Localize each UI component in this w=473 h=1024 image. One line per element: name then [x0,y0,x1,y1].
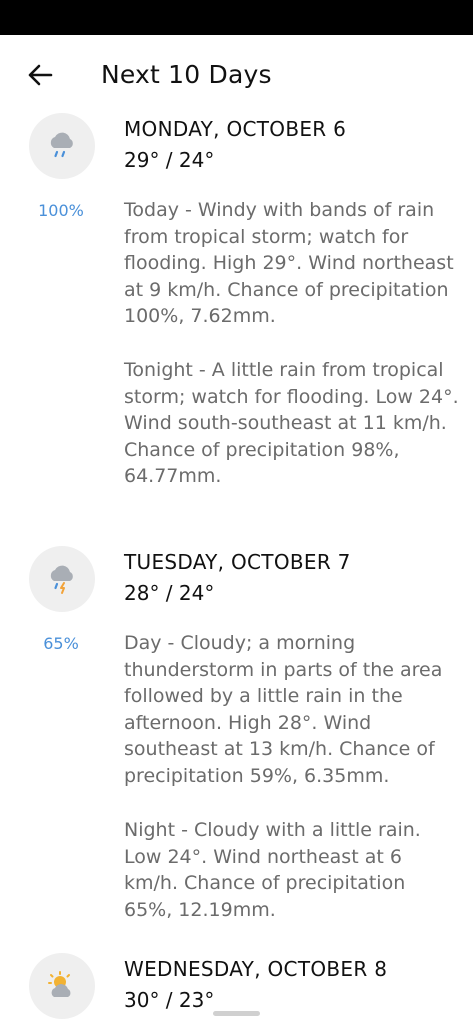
rain-cloud-icon [50,132,73,158]
day-forecast-text: Day - Cloudy; a morning thunderstorm in … [124,632,443,787]
day-name: TUESDAY, OCTOBER 7 [124,550,351,574]
day-temps: 28° / 24° [124,581,215,605]
day-temps: 29° / 24° [124,148,215,172]
day-name: WEDNESDAY, OCTOBER 8 [124,957,388,981]
thunderstorm-cloud-icon [50,565,73,594]
day-temps: 30° / 23° [124,988,215,1012]
weather-icon-container [29,113,95,179]
partly-cloudy-icon [48,971,71,997]
weather-icon-container [29,546,95,612]
day-name: MONDAY, OCTOBER 6 [124,117,347,141]
status-bar [0,0,473,35]
precip-chance: 65% [43,634,79,653]
app-bar: Next 10 Days [0,35,473,115]
day-forecast-text: Today - Windy with bands of rain from tr… [124,199,454,327]
precip-chance: 100% [38,201,84,220]
page-title: Next 10 Days [101,60,272,89]
weather-icon-container [29,953,95,1019]
home-indicator[interactable] [213,1011,260,1016]
night-forecast-text: Night - Cloudy with a little rain. Low 2… [124,819,421,921]
back-button[interactable] [18,57,62,93]
night-forecast-text: Tonight - A little rain from tropical st… [124,359,459,487]
back-arrow-icon [28,64,53,86]
